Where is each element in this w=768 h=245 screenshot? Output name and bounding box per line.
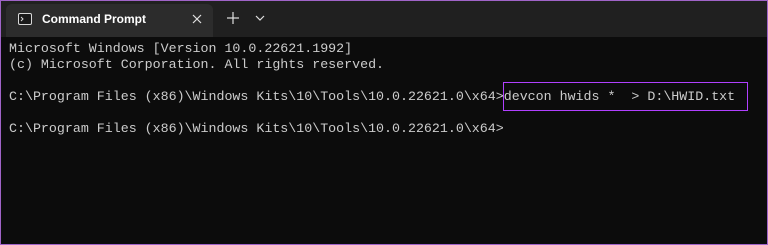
prompt-path: C:\Program Files (x86)\Windows Kits\10\T… <box>9 89 504 104</box>
version-line: Microsoft Windows [Version 10.0.22621.19… <box>9 41 353 56</box>
terminal-output[interactable]: Microsoft Windows [Version 10.0.22621.19… <box>9 41 767 244</box>
tab-title: Command Prompt <box>42 12 147 26</box>
copyright-line: (c) Microsoft Corporation. All rights re… <box>9 57 385 72</box>
chevron-down-icon[interactable] <box>254 11 266 23</box>
command-line-1: C:\Program Files (x86)\Windows Kits\10\T… <box>9 82 767 111</box>
terminal-window: Command Prompt Microsoft Windows [Versio… <box>0 0 768 245</box>
tab-command-prompt[interactable]: Command Prompt <box>6 4 213 37</box>
command-line-2: C:\Program Files (x86)\Windows Kits\10\T… <box>9 121 767 137</box>
close-icon[interactable] <box>190 12 204 26</box>
prompt-path: C:\Program Files (x86)\Windows Kits\10\T… <box>9 121 504 136</box>
highlighted-command: devcon hwids * > D:\HWID.txt <box>502 82 749 111</box>
tab-bar: Command Prompt <box>1 1 767 37</box>
plus-icon[interactable] <box>224 9 242 27</box>
terminal-icon <box>18 13 32 25</box>
